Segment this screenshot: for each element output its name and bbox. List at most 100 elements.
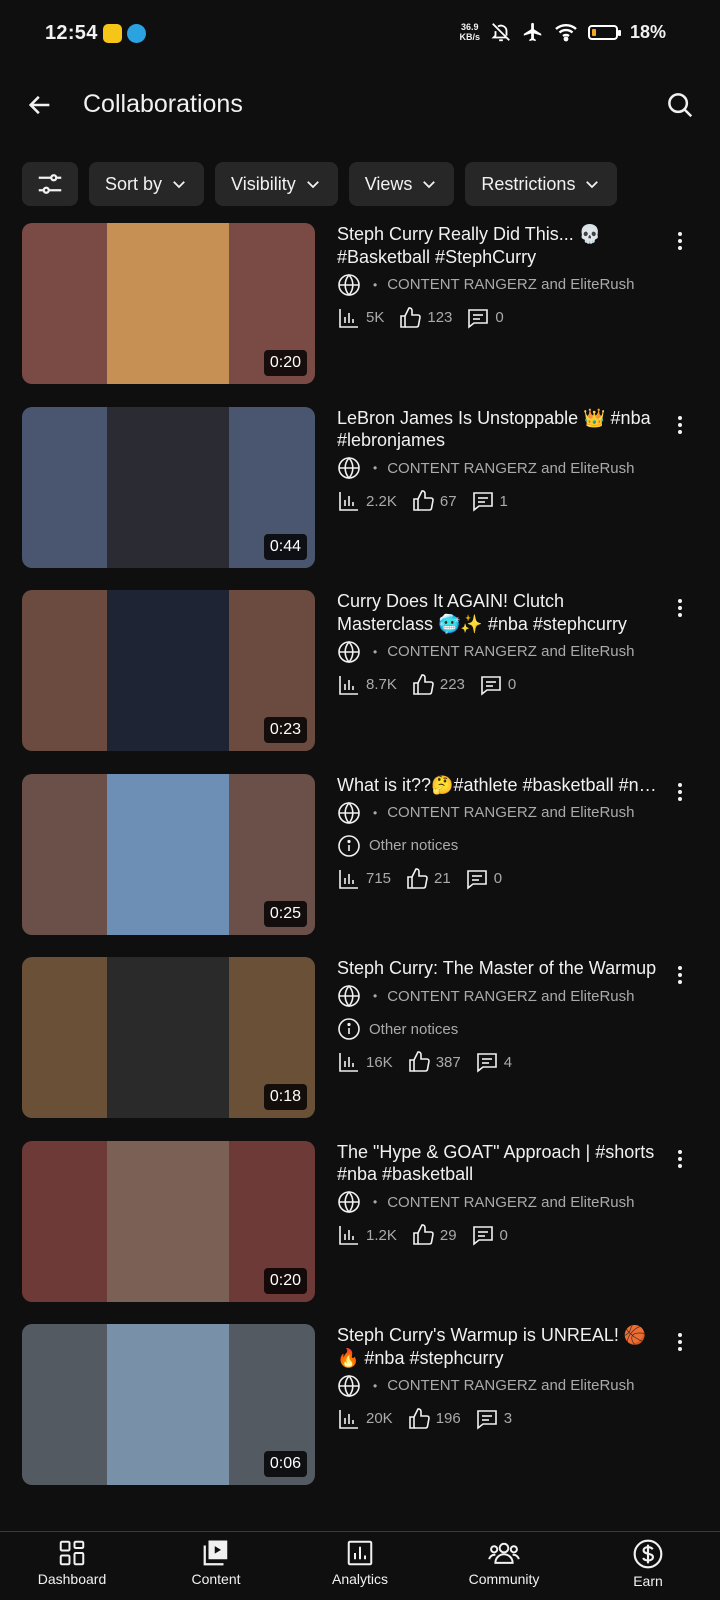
video-collaborators: CONTENT RANGERZ and EliteRush <box>387 987 635 1005</box>
comments-stat: 0 <box>479 673 516 697</box>
bottom-navigation: Dashboard Content Analytics Community Ea… <box>0 1531 720 1600</box>
views-stat: 5K <box>337 306 384 330</box>
video-title: What is it??🤔#athlete #basketball #nba <box>337 774 657 795</box>
video-notice-row[interactable]: Other notices <box>337 829 657 862</box>
comment-icon <box>472 1226 493 1246</box>
video-notice: Other notices <box>369 1020 459 1038</box>
nav-analytics[interactable]: Analytics <box>288 1532 432 1600</box>
likes-count: 29 <box>439 1226 457 1244</box>
restrictions-chip[interactable]: Restrictions <box>465 162 618 206</box>
search-button[interactable] <box>660 85 700 125</box>
separator-dot: • <box>373 644 378 659</box>
video-title: The "Hype & GOAT" Approach | #shorts #nb… <box>337 1141 655 1185</box>
chevron-down-icon <box>173 181 185 189</box>
nav-dashboard-label: Dashboard <box>37 1571 107 1587</box>
video-thumbnail[interactable]: 0:18 <box>22 957 315 1118</box>
likes-stat: 123 <box>398 306 452 330</box>
airplane-icon <box>523 22 542 42</box>
sort-by-label: Sort by <box>105 173 163 194</box>
video-collaborators: CONTENT RANGERZ and EliteRush <box>387 459 635 477</box>
comments-count: 1 <box>499 492 508 510</box>
comments-stat: 0 <box>465 867 502 891</box>
video-list-item[interactable]: 0:18 Steph Curry: The Master of the Warm… <box>0 957 720 1141</box>
more-options-button[interactable] <box>670 594 690 622</box>
video-thumbnail[interactable]: 0:06 <box>22 1324 315 1485</box>
video-stats-row: 1.2K 29 0 <box>337 1219 657 1252</box>
views-stat: 16K <box>337 1050 393 1074</box>
video-stats-row: 16K 387 4 <box>337 1046 657 1079</box>
video-list-item[interactable]: 0:44 LeBron James Is Unstoppable 👑 #nba … <box>0 406 720 591</box>
more-options-button[interactable] <box>670 1328 690 1356</box>
more-options-button[interactable] <box>670 778 690 806</box>
network-speed: 36.9 KB/s <box>459 22 480 42</box>
video-thumbnail-frame <box>107 1324 229 1485</box>
visibility-chip[interactable]: Visibility <box>215 162 338 206</box>
video-list-item[interactable]: 0:23 Curry Does It AGAIN! Clutch Masterc… <box>0 590 720 774</box>
video-thumbnail[interactable]: 0:25 <box>22 773 315 935</box>
separator-dot: • <box>373 1378 378 1393</box>
nav-content[interactable]: Content <box>144 1532 288 1600</box>
chevron-down-icon <box>306 181 319 189</box>
wifi-icon <box>555 24 577 42</box>
comments-stat: 4 <box>475 1050 512 1074</box>
nav-community[interactable]: Community <box>432 1532 576 1600</box>
video-info: What is it??🤔#athlete #basketball #nba •… <box>337 774 657 896</box>
bar-chart-icon <box>339 1226 358 1245</box>
video-thumbnail[interactable]: 0:20 <box>22 1140 315 1302</box>
video-info: Curry Does It AGAIN! Clutch Masterclass … <box>337 590 657 701</box>
nav-dashboard[interactable]: Dashboard <box>0 1532 144 1600</box>
video-collab-row: • CONTENT RANGERZ and EliteRush <box>337 635 657 668</box>
comments-count: 0 <box>495 309 504 326</box>
chevron-down-icon <box>586 181 599 189</box>
bar-chart-icon <box>339 869 358 889</box>
video-list-item[interactable]: 0:20 Steph Curry Really Did This... 💀 #B… <box>0 223 720 407</box>
video-collab-row: • CONTENT RANGERZ and EliteRush <box>337 796 657 829</box>
bar-chart-icon <box>339 675 358 695</box>
arrow-left-icon <box>28 95 50 115</box>
video-list: 0:20 Steph Curry Really Did This... 💀 #B… <box>0 223 720 1508</box>
comments-count: 0 <box>507 676 517 693</box>
more-options-button[interactable] <box>670 227 690 255</box>
video-duration: 0:25 <box>263 900 307 927</box>
video-list-item[interactable]: 0:20 The "Hype & GOAT" Approach | #short… <box>0 1140 720 1325</box>
restrictions-label: Restrictions <box>481 173 576 194</box>
sort-by-chip[interactable]: Sort by <box>89 162 205 206</box>
more-options-button[interactable] <box>670 961 690 989</box>
video-thumbnail[interactable]: 0:20 <box>22 223 315 384</box>
separator-dot: • <box>373 277 378 292</box>
views-count: 5K <box>366 309 385 326</box>
video-info: Steph Curry Really Did This... 💀 #Basket… <box>337 223 657 334</box>
video-collab-row: • CONTENT RANGERZ and EliteRush <box>337 452 657 485</box>
likes-count: 387 <box>435 1053 461 1071</box>
video-thumbnail-frame <box>107 223 229 384</box>
views-stat: 8.7K <box>337 673 397 697</box>
video-title: Steph Curry: The Master of the Warmup <box>337 958 657 978</box>
likes-count: 21 <box>434 870 451 887</box>
video-list-item[interactable]: 0:06 Steph Curry's Warmup is UNREAL! 🏀🔥 … <box>0 1324 720 1508</box>
back-button[interactable] <box>20 85 60 125</box>
views-chip[interactable]: Views <box>348 162 455 206</box>
more-options-button[interactable] <box>670 411 690 439</box>
video-collaborators: CONTENT RANGERZ and EliteRush <box>387 276 635 293</box>
video-list-item[interactable]: 0:25 What is it??🤔#athlete #basketball #… <box>0 773 720 958</box>
views-stat: 20K <box>337 1407 393 1431</box>
chevron-down-icon <box>423 181 436 189</box>
video-duration: 0:06 <box>263 1451 307 1477</box>
more-options-button[interactable] <box>670 1145 690 1173</box>
nav-community-label: Community <box>468 1571 540 1587</box>
video-thumbnail[interactable]: 0:23 <box>22 590 315 751</box>
bar-chart-icon <box>339 1053 358 1072</box>
video-thumbnail-frame <box>107 957 229 1118</box>
content-icon <box>203 1540 228 1566</box>
video-notice-row[interactable]: Other notices <box>337 1013 657 1046</box>
page-title: Collaborations <box>83 90 243 118</box>
thumbs-up-icon <box>407 867 428 889</box>
video-thumbnail[interactable]: 0:44 <box>22 406 315 568</box>
likes-stat: 196 <box>407 1407 461 1431</box>
globe-icon <box>338 1190 360 1214</box>
video-duration: 0:18 <box>263 1084 307 1110</box>
video-title: LeBron James Is Unstoppable 👑 #nba #lebr… <box>337 407 651 451</box>
nav-earn[interactable]: Earn <box>576 1532 720 1600</box>
filter-settings-button[interactable] <box>22 162 78 206</box>
video-duration: 0:44 <box>263 533 307 560</box>
